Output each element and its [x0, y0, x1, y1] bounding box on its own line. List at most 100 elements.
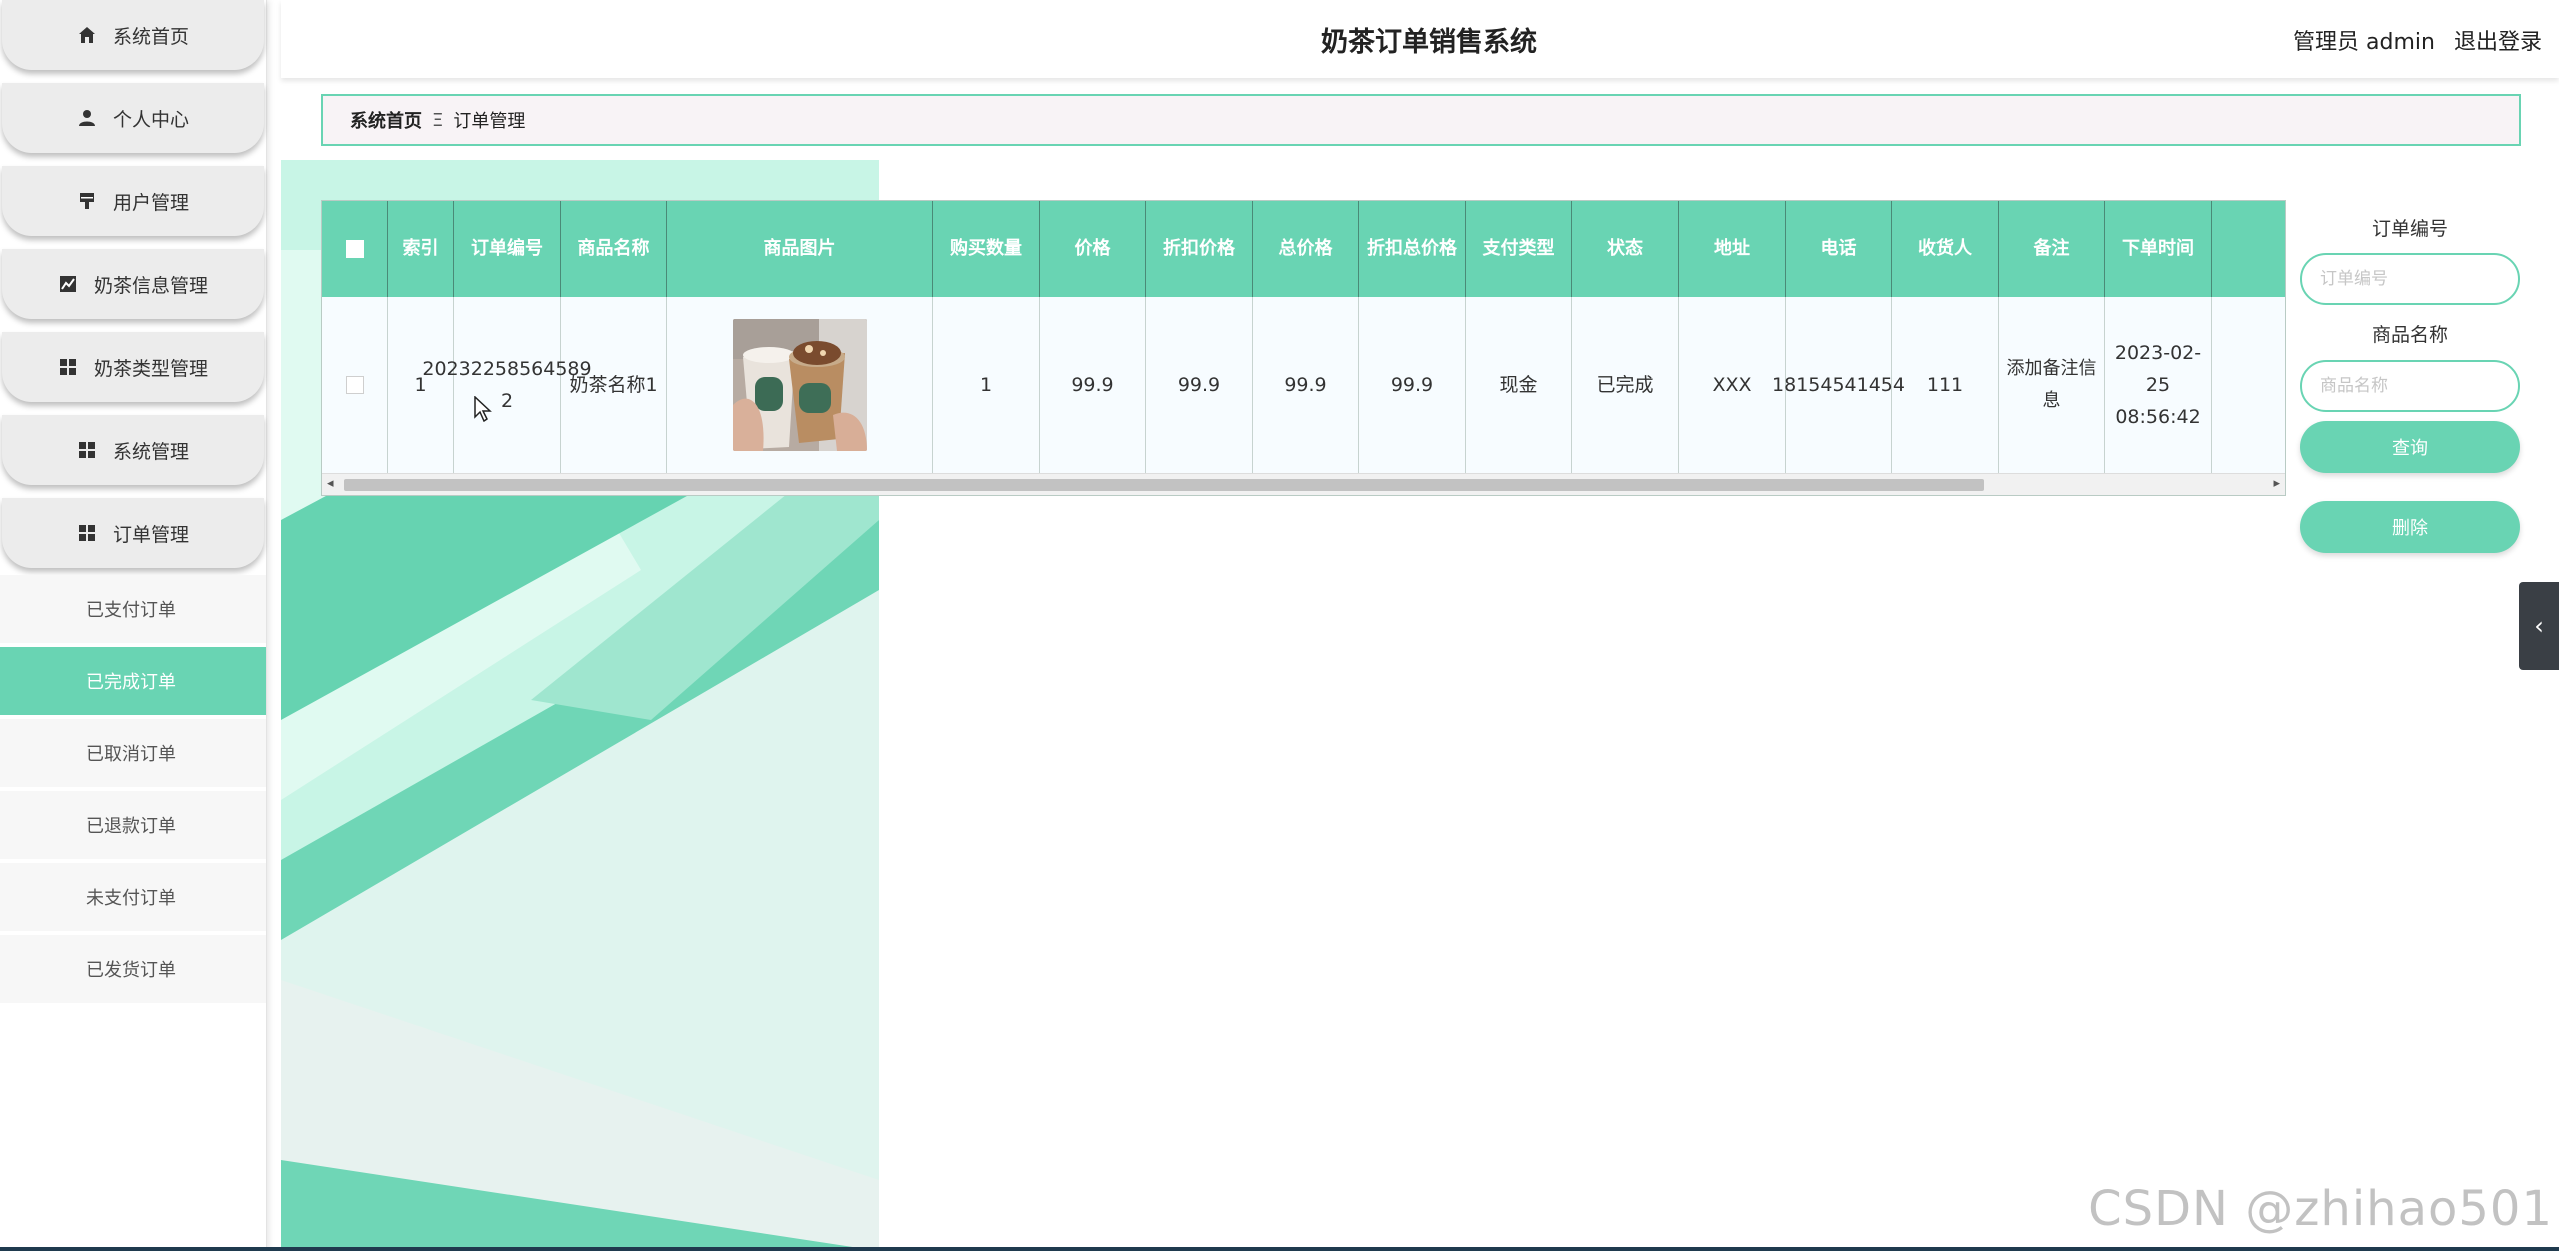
sidebar-item-profile[interactable]: 个人中心	[2, 83, 264, 153]
sidebar-item-orders[interactable]: 订单管理	[2, 498, 264, 568]
sidebar-item-label: 奶茶信息管理	[93, 274, 208, 297]
cell-remark: 添加备注信息	[1999, 297, 2105, 473]
column-header[interactable]: 折扣价格	[1146, 201, 1253, 297]
column-header[interactable]: 折扣总价格	[1359, 201, 1466, 297]
breadcrumb-separator: Ξ	[432, 109, 444, 131]
cell-actions	[2212, 297, 2285, 473]
app-title: 奶茶订单销售系统	[1321, 27, 1537, 58]
bottom-border	[0, 1247, 2559, 1251]
sidebar-item-tea-types[interactable]: 奶茶类型管理	[2, 332, 264, 402]
cell-quantity: 1	[933, 297, 1040, 473]
chart-icon	[58, 274, 78, 294]
cell-product-image	[667, 297, 933, 473]
sidebar-item-label: 用户管理	[112, 191, 189, 214]
sidebar-item-label: 系统首页	[112, 25, 189, 48]
sidebar-item-tea-info[interactable]: 奶茶信息管理	[2, 249, 264, 319]
column-header-actions	[2212, 201, 2285, 297]
page: 奶茶订单销售系统 管理员 admin 退出登录 系统首页 Ξ 订单管理 系统首页…	[0, 0, 2559, 1251]
user-icon	[77, 108, 97, 128]
watermark: CSDN @zhihao501	[2088, 1181, 2553, 1237]
cell-discount-total: 99.9	[1359, 297, 1466, 473]
delete-button[interactable]: 删除	[2300, 501, 2520, 553]
scrollbar-thumb[interactable]	[344, 479, 1984, 491]
select-all-checkbox[interactable]	[345, 240, 364, 258]
sidebar: 系统首页 个人中心 用户管理 奶茶信息管理 奶茶类型管理 系统管理 订单管理 已…	[0, 0, 267, 1251]
column-header[interactable]: 商品名称	[561, 201, 667, 297]
submenu-label: 已取消订单	[86, 744, 176, 765]
submenu-refunded-orders[interactable]: 已退款订单	[0, 791, 266, 859]
cell-order-no: 20232258564589 2	[422, 297, 592, 473]
column-header[interactable]: 收货人	[1892, 201, 1999, 297]
mouse-pointer-icon	[474, 395, 492, 426]
grid-icon	[77, 440, 97, 460]
column-header[interactable]: 电话	[1786, 201, 1892, 297]
column-header[interactable]: 支付类型	[1466, 201, 1572, 297]
product-name-label: 商品名称	[2371, 324, 2448, 346]
submenu-label: 已退款订单	[86, 816, 176, 837]
cell-discount-price: 99.9	[1146, 297, 1253, 473]
submenu-label: 已支付订单	[86, 600, 176, 621]
top-header: 奶茶订单销售系统 管理员 admin 退出登录	[281, 0, 2559, 78]
column-header[interactable]: 地址	[1679, 201, 1786, 297]
row-select-cell	[322, 297, 388, 473]
column-header[interactable]: 商品图片	[667, 201, 933, 297]
sidebar-item-users[interactable]: 用户管理	[2, 166, 264, 236]
column-header[interactable]: 订单编号	[454, 201, 561, 297]
cell-product-name: 奶茶名称1	[561, 297, 667, 473]
submenu-label: 已发货订单	[86, 960, 176, 981]
sidebar-item-system[interactable]: 系统管理	[2, 415, 264, 485]
row-checkbox[interactable]	[345, 376, 364, 394]
chevron-left-icon: ‹	[2534, 612, 2544, 640]
cell-order-time: 2023-02-25 08:56:42	[2105, 297, 2212, 473]
logout-link[interactable]: 退出登录	[2454, 30, 2542, 55]
table-row[interactable]: 1 20232258564589 2 奶茶名称1 1 99.9 99.9 99.…	[322, 297, 2285, 473]
cell-phone: 18154541454	[1772, 297, 1905, 473]
column-header[interactable]: 总价格	[1253, 201, 1359, 297]
order-no-label: 订单编号	[2371, 218, 2448, 240]
sidebar-item-label: 个人中心	[112, 108, 189, 131]
sidebar-item-label: 系统管理	[112, 440, 189, 463]
submenu-cancelled-orders[interactable]: 已取消订单	[0, 719, 266, 787]
scroll-right-icon[interactable]: ▸	[2273, 476, 2280, 491]
breadcrumb-home[interactable]: 系统首页	[350, 107, 422, 133]
user-area: 管理员 admin 退出登录	[2281, 24, 2542, 56]
column-header[interactable]: 购买数量	[933, 201, 1040, 297]
cell-address: XXX	[1679, 297, 1786, 473]
cell-payment-type: 现金	[1466, 297, 1572, 473]
order-no-input[interactable]	[2300, 253, 2520, 305]
cell-status: 已完成	[1572, 297, 1679, 473]
scroll-left-icon[interactable]: ◂	[327, 476, 334, 491]
submenu-label: 未支付订单	[86, 888, 176, 909]
column-header[interactable]: 下单时间	[2105, 201, 2212, 297]
horizontal-scrollbar[interactable]: ◂ ▸	[322, 473, 2285, 495]
column-header[interactable]: 价格	[1040, 201, 1146, 297]
column-header[interactable]: 索引	[388, 201, 454, 297]
cell-receiver: 111	[1892, 297, 1999, 473]
sidebar-item-label: 奶茶类型管理	[93, 357, 208, 380]
column-header[interactable]: 备注	[1999, 201, 2105, 297]
cell-total-price: 99.9	[1253, 297, 1359, 473]
query-button[interactable]: 查询	[2300, 421, 2520, 473]
submenu-unpaid-orders[interactable]: 未支付订单	[0, 863, 266, 931]
stamp-icon	[77, 191, 97, 211]
submenu-paid-orders[interactable]: 已支付订单	[0, 575, 266, 643]
panel-toggle-button[interactable]: ‹	[2519, 582, 2559, 670]
breadcrumb: 系统首页 Ξ 订单管理	[321, 94, 2521, 146]
select-all-cell	[322, 201, 388, 297]
breadcrumb-current: 订单管理	[453, 111, 526, 132]
home-icon	[77, 25, 97, 45]
submenu-label: 已完成订单	[86, 672, 176, 693]
grid-icon	[58, 357, 78, 377]
cell-price: 99.9	[1040, 297, 1146, 473]
milk-tea-photo[interactable]	[732, 319, 867, 451]
sidebar-item-home[interactable]: 系统首页	[2, 0, 264, 70]
column-header[interactable]: 状态	[1572, 201, 1679, 297]
product-name-input[interactable]	[2300, 360, 2520, 412]
grid-icon	[77, 523, 97, 543]
submenu-completed-orders[interactable]: 已完成订单	[0, 647, 266, 715]
submenu-shipped-orders[interactable]: 已发货订单	[0, 935, 266, 1003]
sidebar-item-label: 订单管理	[112, 523, 189, 546]
orders-table: 索引 订单编号 商品名称 商品图片 购买数量 价格 折扣价格 总价格 折扣总价格…	[321, 200, 2286, 496]
table-header-row: 索引 订单编号 商品名称 商品图片 购买数量 价格 折扣价格 总价格 折扣总价格…	[322, 201, 2285, 297]
user-label: 管理员 admin	[2293, 30, 2435, 55]
